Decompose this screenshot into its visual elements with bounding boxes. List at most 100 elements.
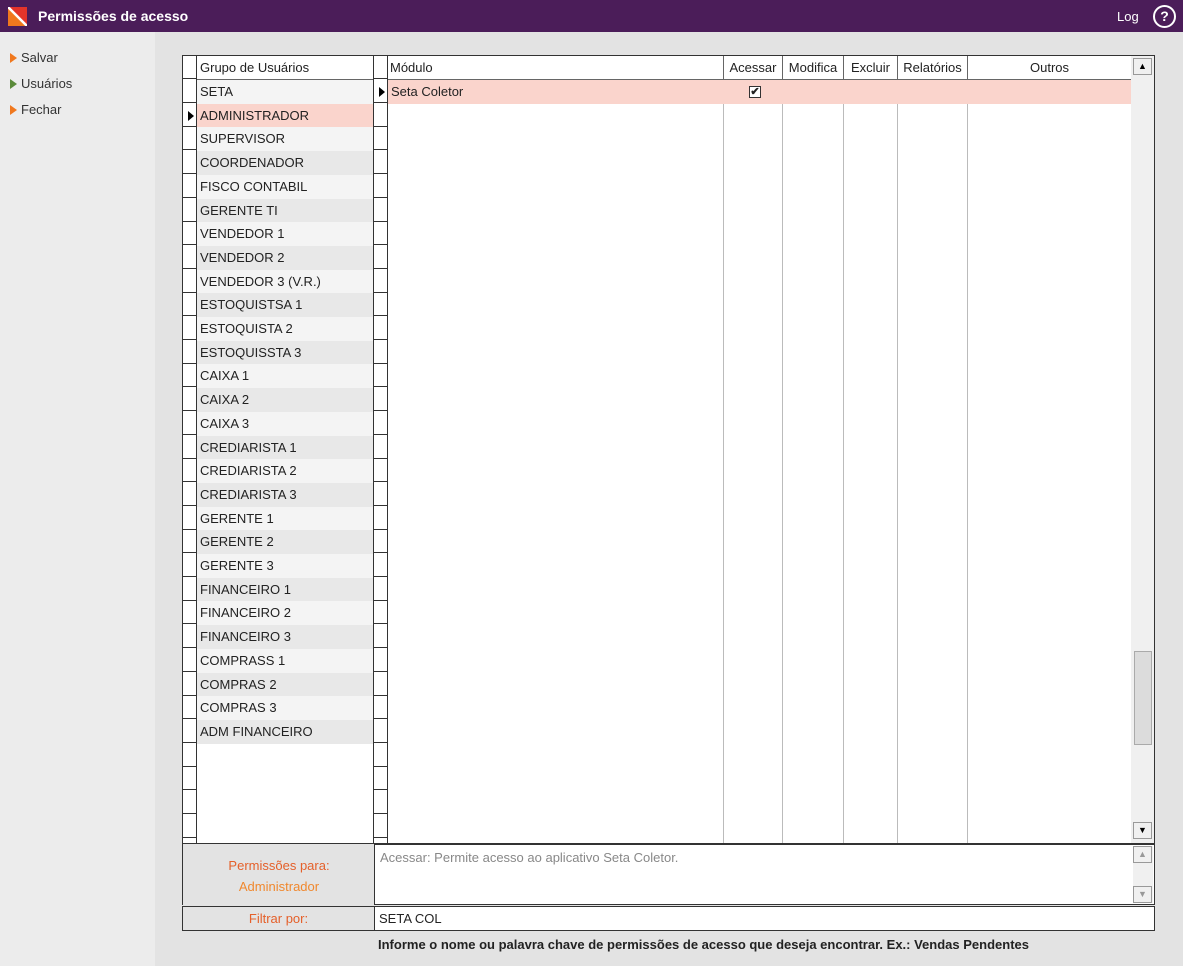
row-indicator-cell[interactable] xyxy=(183,317,196,340)
row-indicator-cell[interactable] xyxy=(374,412,387,435)
row-indicator-cell[interactable] xyxy=(183,578,196,601)
row-indicator-cell[interactable] xyxy=(374,767,387,791)
row-indicator-cell[interactable] xyxy=(183,293,196,317)
group-row[interactable]: ESTOQUISTA 2 xyxy=(197,317,373,341)
row-indicator-cell[interactable] xyxy=(374,317,387,340)
group-row[interactable]: FINANCEIRO 2 xyxy=(197,601,373,626)
row-indicator-cell[interactable] xyxy=(374,791,387,814)
col-header-excluir[interactable]: Excluir xyxy=(844,56,898,80)
row-indicator-cell[interactable] xyxy=(374,341,387,364)
scroll-down-button[interactable]: ▼ xyxy=(1133,886,1152,903)
group-row[interactable]: COORDENADOR xyxy=(197,151,373,176)
row-indicator-cell[interactable] xyxy=(183,791,196,814)
save-button[interactable]: Salvar xyxy=(10,50,58,70)
row-indicator-cell[interactable] xyxy=(183,80,196,103)
group-row[interactable]: GERENTE 3 xyxy=(197,554,373,578)
row-indicator-cell[interactable] xyxy=(374,530,387,554)
row-indicator-cell[interactable] xyxy=(374,388,387,412)
row-indicator-cell[interactable] xyxy=(183,388,196,412)
group-row[interactable]: COMPRAS 2 xyxy=(197,672,373,697)
row-indicator-cell[interactable] xyxy=(183,744,196,767)
group-row[interactable]: SUPERVISOR xyxy=(197,127,373,152)
row-indicator-cell[interactable] xyxy=(374,436,387,459)
row-indicator-cell[interactable] xyxy=(183,246,196,269)
group-row[interactable]: CREDIARISTA 2 xyxy=(197,459,373,484)
row-indicator-cell[interactable] xyxy=(374,483,387,506)
group-row[interactable]: ESTOQUISTSA 1 xyxy=(197,293,373,318)
row-indicator-cell[interactable] xyxy=(183,199,196,222)
group-row[interactable]: FINANCEIRO 1 xyxy=(197,577,373,602)
row-indicator-cell[interactable] xyxy=(374,246,387,269)
row-indicator-cell[interactable] xyxy=(183,364,196,388)
scroll-down-button[interactable]: ▼ xyxy=(1133,822,1152,839)
row-indicator-cell[interactable] xyxy=(374,815,387,838)
row-indicator-cell[interactable] xyxy=(183,127,196,151)
group-row[interactable]: FISCO CONTABIL xyxy=(197,174,373,199)
row-indicator-cell[interactable] xyxy=(374,720,387,743)
row-indicator-cell[interactable] xyxy=(374,199,387,222)
filter-input[interactable]: SETA COL xyxy=(374,906,1155,931)
col-header-outros[interactable]: Outros xyxy=(968,56,1131,80)
close-button[interactable]: Fechar xyxy=(10,102,61,122)
col-header-modulo[interactable]: Módulo xyxy=(388,56,724,80)
row-indicator-cell[interactable] xyxy=(183,175,196,198)
scroll-up-button[interactable]: ▲ xyxy=(1133,846,1152,863)
group-row[interactable]: CREDIARISTA 1 xyxy=(197,435,373,460)
row-indicator-cell[interactable] xyxy=(183,554,196,577)
row-indicator-cell[interactable] xyxy=(183,696,196,720)
row-indicator-cell[interactable] xyxy=(183,436,196,459)
group-row[interactable]: CREDIARISTA 3 xyxy=(197,482,373,507)
group-row[interactable]: GERENTE 1 xyxy=(197,506,373,531)
row-indicator-cell[interactable] xyxy=(183,530,196,554)
user-groups-grid[interactable]: Grupo de Usuários SETA ADMINISTRADOR SUPER… xyxy=(182,55,374,844)
row-indicator-cell[interactable] xyxy=(183,270,196,293)
row-indicator-cell[interactable] xyxy=(374,696,387,720)
row-indicator-cell[interactable] xyxy=(374,104,387,127)
row-indicator-cell[interactable] xyxy=(183,601,196,625)
col-header-modifica[interactable]: Modifica xyxy=(783,56,844,80)
row-indicator-cell[interactable] xyxy=(374,673,387,696)
group-row[interactable]: SETA xyxy=(197,80,373,104)
permissions-grid[interactable]: Módulo Acessar Modifica Excluir Relatóri… xyxy=(373,55,1155,844)
users-button[interactable]: Usuários xyxy=(10,76,72,96)
group-row[interactable]: CAIXA 2 xyxy=(197,388,373,413)
row-indicator-cell[interactable] xyxy=(374,293,387,317)
scroll-up-button[interactable]: ▲ xyxy=(1133,58,1152,75)
group-row[interactable]: COMPRAS 3 xyxy=(197,696,373,721)
acessar-checkbox[interactable]: ✔ xyxy=(749,86,761,98)
row-indicator-cell[interactable] xyxy=(374,270,387,293)
description-scrollbar[interactable]: ▲ ▼ xyxy=(1133,846,1153,903)
row-indicator-cell[interactable] xyxy=(183,649,196,672)
row-indicator-cell[interactable] xyxy=(374,578,387,601)
row-indicator-cell[interactable] xyxy=(374,364,387,388)
row-indicator-cell[interactable] xyxy=(374,151,387,175)
row-indicator-cell[interactable] xyxy=(183,720,196,743)
col-header-acessar[interactable]: Acessar xyxy=(724,56,783,80)
row-indicator-cell[interactable] xyxy=(183,483,196,506)
row-indicator-cell[interactable] xyxy=(183,767,196,791)
row-indicator-cell[interactable] xyxy=(183,625,196,649)
row-indicator-cell[interactable] xyxy=(183,151,196,175)
row-indicator-cell[interactable] xyxy=(374,127,387,151)
group-row[interactable]: GERENTE 2 xyxy=(197,530,373,555)
group-row[interactable]: COMPRASS 1 xyxy=(197,648,373,673)
group-row[interactable]: VENDEDOR 2 xyxy=(197,245,373,270)
row-indicator-cell[interactable] xyxy=(183,459,196,483)
group-row[interactable]: VENDEDOR 1 xyxy=(197,222,373,247)
group-row[interactable]: ADMINISTRADOR xyxy=(197,103,373,128)
group-row[interactable]: CAIXA 3 xyxy=(197,411,373,436)
row-indicator-cell[interactable] xyxy=(374,222,387,246)
col-header-relatorios[interactable]: Relatórios xyxy=(898,56,968,80)
help-icon[interactable]: ? xyxy=(1153,5,1176,28)
group-row[interactable]: ESTOQUISSTA 3 xyxy=(197,340,373,365)
row-indicator-cell[interactable] xyxy=(374,744,387,767)
row-indicator-cell[interactable] xyxy=(374,601,387,625)
log-link[interactable]: Log xyxy=(1117,9,1139,24)
row-indicator-cell[interactable] xyxy=(183,815,196,838)
groups-header[interactable]: Grupo de Usuários xyxy=(197,56,373,80)
group-row[interactable]: GERENTE TI xyxy=(197,198,373,223)
row-indicator-cell[interactable] xyxy=(374,507,387,530)
row-indicator-cell[interactable] xyxy=(374,554,387,577)
row-indicator-cell[interactable] xyxy=(374,175,387,198)
scroll-thumb[interactable] xyxy=(1134,651,1152,745)
